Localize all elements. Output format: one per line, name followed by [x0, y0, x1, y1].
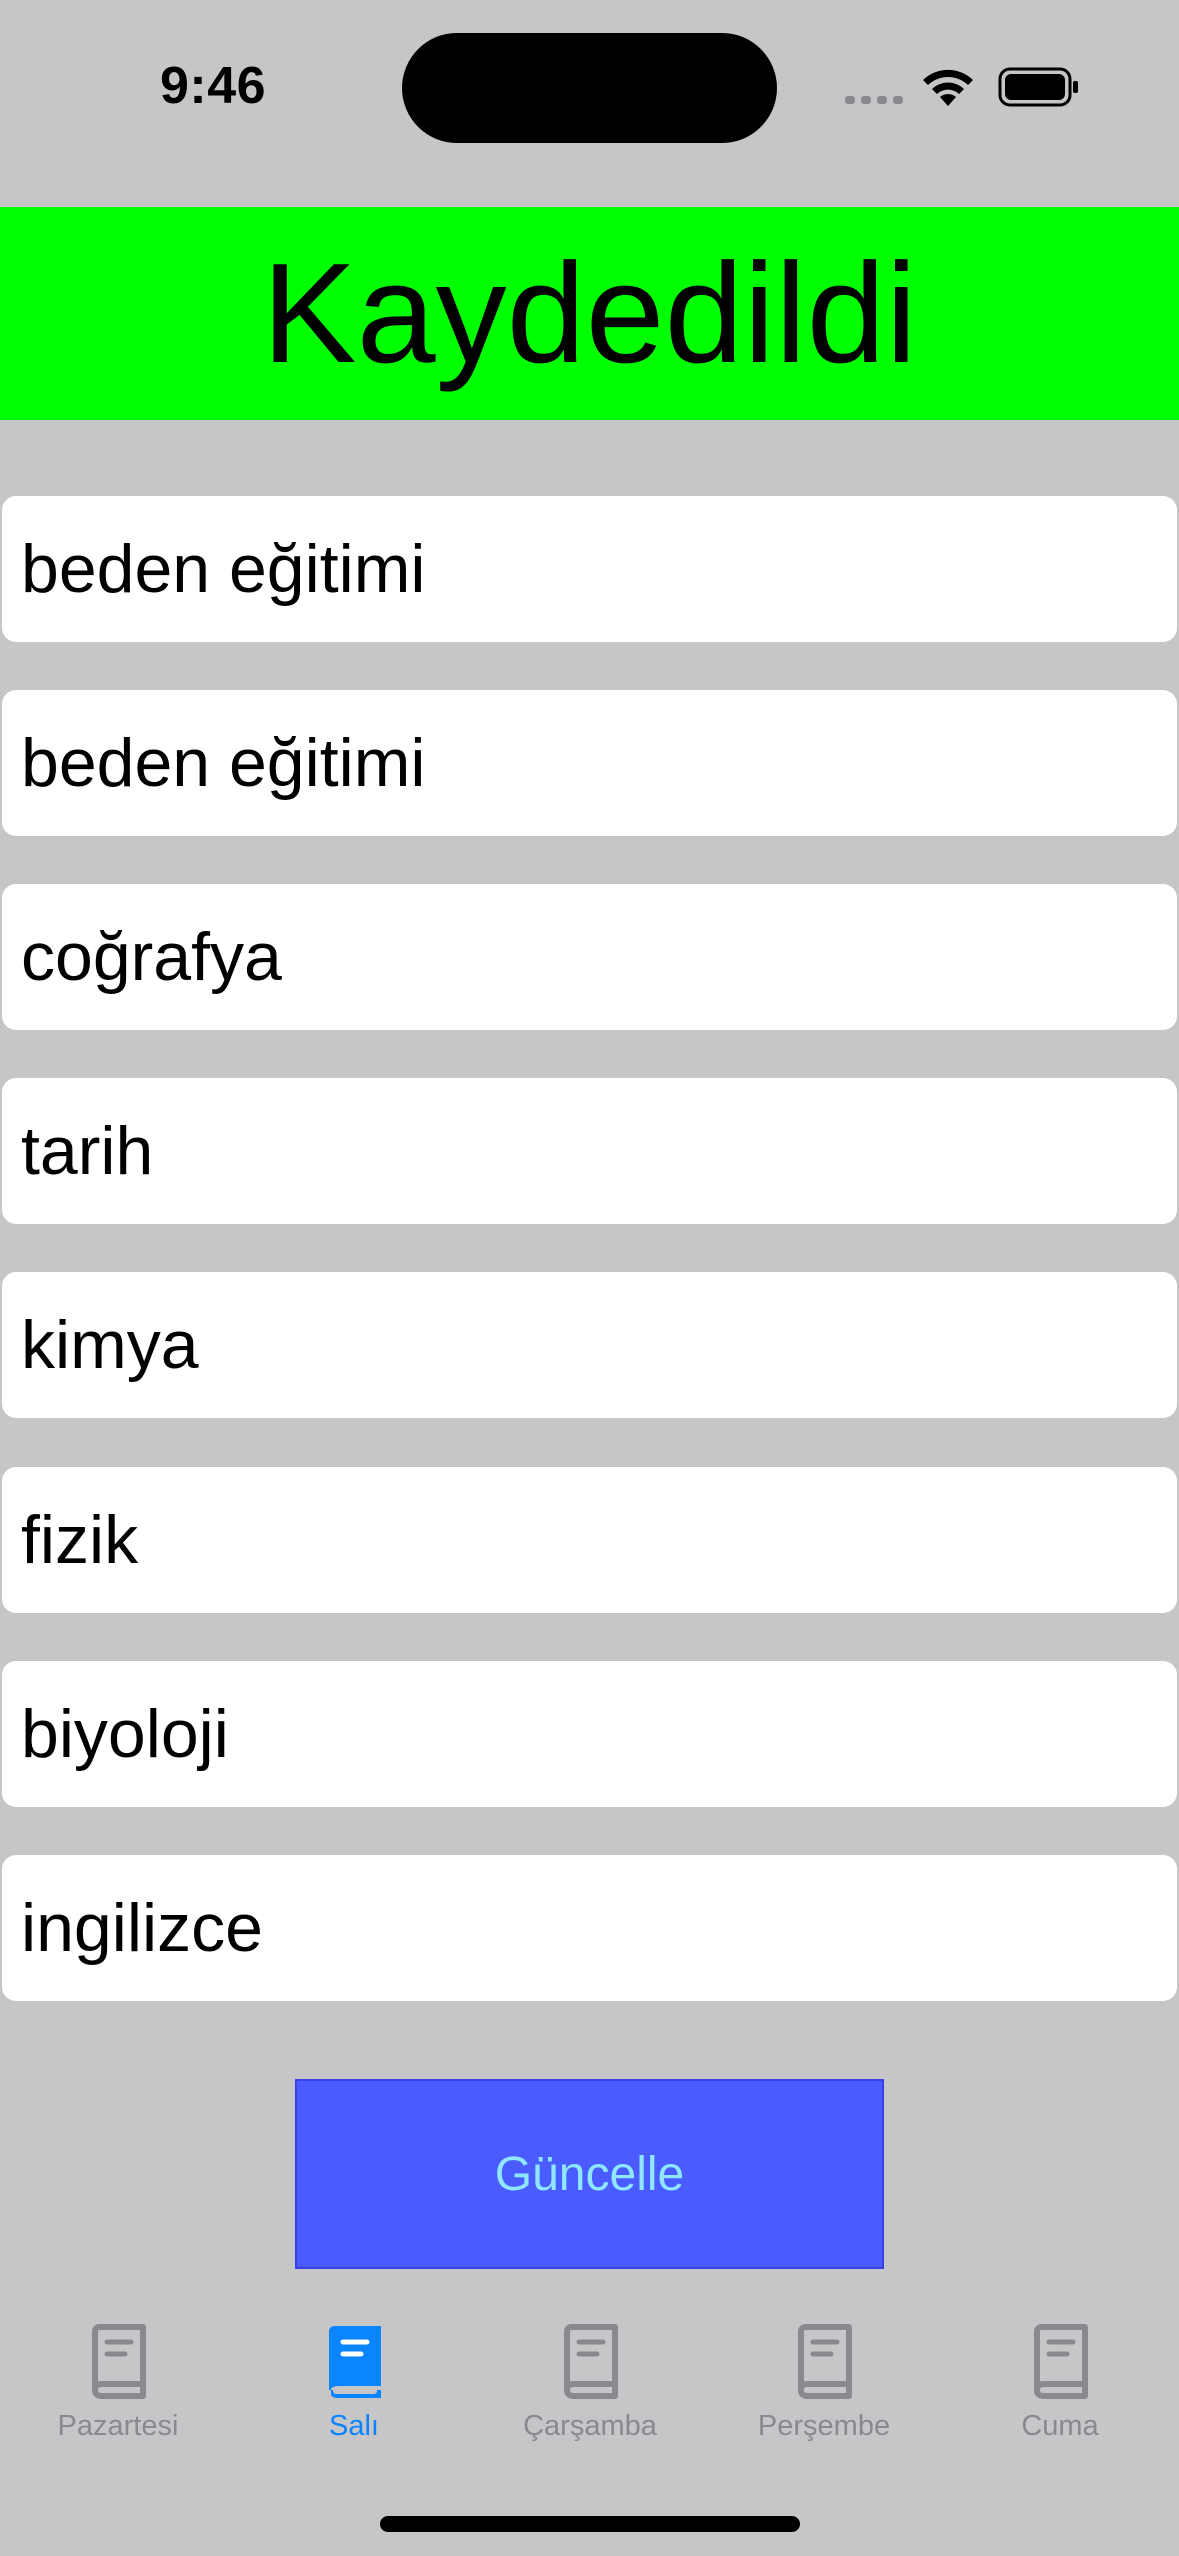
book-icon: [92, 2324, 146, 2399]
tab-label: Salı: [329, 2410, 379, 2442]
tab-pazartesi[interactable]: Pazartesi: [0, 2310, 236, 2460]
tab-persembe[interactable]: Perşembe: [706, 2310, 942, 2460]
course-field-2[interactable]: beden eğitimi: [2, 690, 1177, 836]
tab-label: Çarşamba: [523, 2410, 657, 2442]
tab-label: Cuma: [1021, 2410, 1099, 2442]
cellular-signal-icon: [845, 96, 903, 104]
wifi-icon: [923, 69, 973, 106]
course-field-1[interactable]: beden eğitimi: [2, 496, 1177, 642]
tab-label: Perşembe: [757, 2410, 891, 2442]
saved-banner-text: Kaydedildi: [261, 233, 918, 393]
battery-icon: [998, 67, 1078, 107]
book-icon: [798, 2324, 852, 2399]
update-button-label: Güncelle: [494, 2147, 685, 2201]
course-field-7[interactable]: biyoloji: [2, 1661, 1177, 1807]
book-icon: [1034, 2324, 1088, 2399]
app-screen: 9:46 Kaydedildi beden eğitimi beden eğit…: [0, 0, 1179, 2556]
status-time: 9:46: [160, 57, 267, 115]
tab-label: Pazartesi: [57, 2410, 179, 2442]
tab-carsamba[interactable]: Çarşamba: [472, 2310, 708, 2460]
book-icon: [329, 2326, 381, 2398]
course-field-6[interactable]: fizik: [2, 1467, 1177, 1613]
tab-cuma[interactable]: Cuma: [942, 2310, 1178, 2460]
home-indicator[interactable]: [380, 2516, 800, 2532]
course-field-8[interactable]: ingilizce: [2, 1855, 1177, 2001]
status-bar: 9:46: [0, 0, 1179, 200]
saved-banner: Kaydedildi: [0, 207, 1179, 420]
course-field-4[interactable]: tarih: [2, 1078, 1177, 1224]
course-field-5[interactable]: kimya: [2, 1272, 1177, 1418]
book-icon: [564, 2324, 618, 2399]
dynamic-island: [402, 33, 777, 143]
update-button[interactable]: Güncelle: [295, 2079, 884, 2269]
tab-sali[interactable]: Salı: [236, 2310, 472, 2460]
course-field-3[interactable]: coğrafya: [2, 884, 1177, 1030]
